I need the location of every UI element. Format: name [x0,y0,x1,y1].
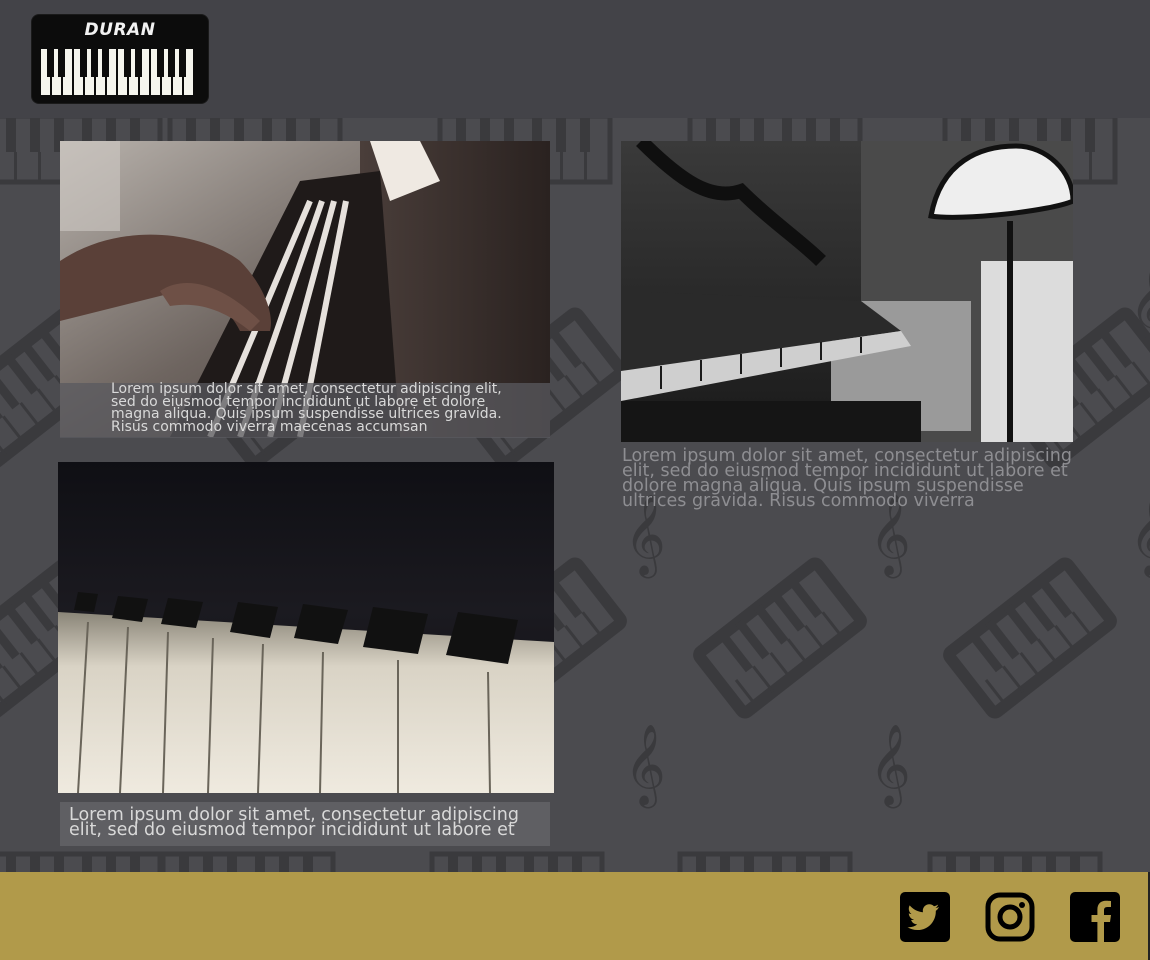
gallery-caption-2: Lorem ipsum dolor sit amet, consectetur … [622,446,1072,511]
caption-text: Lorem ipsum dolor sit amet, consectetur … [111,381,502,435]
upright-piano-lamp-photo [621,141,1073,442]
twitter-link[interactable] [900,892,950,942]
caption-text: Lorem ipsum dolor sit amet, consectetur … [622,446,1072,511]
logo-text: DURAN [84,20,156,40]
facebook-link[interactable] [1070,892,1120,942]
gallery-caption-3: Lorem ipsum dolor sit amet, consectetur … [60,802,550,846]
caption-text: Lorem ipsum dolor sit amet, consectetur … [69,805,519,840]
gallery-section: 𝄞 [0,118,1150,872]
gallery-image-2[interactable] [621,141,1073,442]
gallery-caption-1: Lorem ipsum dolor sit amet, consectetur … [60,381,550,438]
site-header: DURAN [0,0,1150,118]
site-footer [0,872,1150,960]
facebook-icon [1070,892,1120,942]
instagram-link[interactable] [985,892,1035,942]
twitter-icon [900,892,950,942]
piano-keys-closeup-photo [58,462,554,793]
gallery-image-3[interactable] [58,462,554,793]
piano-keys-icon [40,49,200,97]
duran-logo[interactable]: DURAN [32,15,208,103]
instagram-icon [985,892,1035,942]
